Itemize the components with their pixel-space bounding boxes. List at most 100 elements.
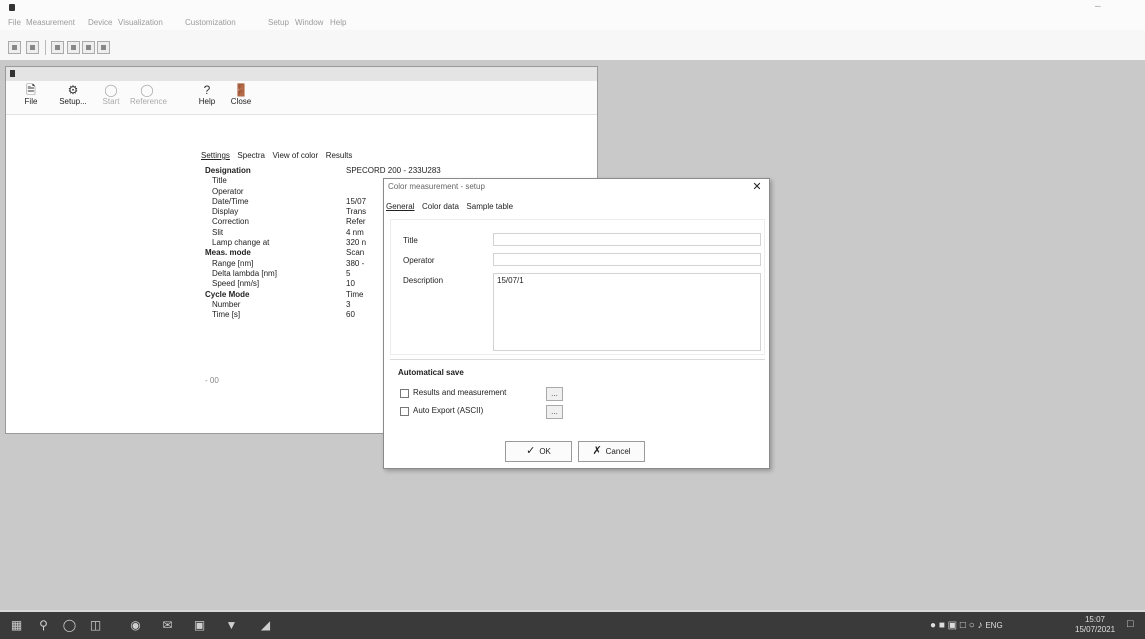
dialog-titlebar: Color measurement - setup ✕ [384, 179, 769, 195]
setting-key: Lamp change at [212, 238, 270, 248]
menu-setup[interactable]: Setup [268, 18, 289, 27]
tab-results[interactable]: Results [326, 151, 353, 160]
tab-settings[interactable]: Settings [201, 151, 230, 160]
color-measurement-setup-dialog: Color measurement - setup ✕ General Colo… [383, 178, 770, 469]
close-button-label: Close [230, 97, 252, 106]
tray-icon[interactable]: ■ [939, 620, 945, 631]
print-icon[interactable] [82, 41, 95, 54]
setting-key: Correction [212, 217, 249, 227]
setting-key: Designation [205, 166, 251, 175]
browser-icon[interactable]: ◉ [128, 618, 143, 633]
menu-file[interactable]: File [8, 18, 21, 27]
dialog-tabs: General Color data Sample table [386, 201, 518, 211]
setup-button[interactable]: ⚙ Setup... [56, 83, 90, 113]
menu-visualization[interactable]: Visualization [118, 18, 163, 27]
app-taskbar-icon[interactable]: ▼ [224, 618, 239, 633]
settings-icon[interactable] [67, 41, 80, 54]
close-icon[interactable]: ✕ [750, 180, 764, 194]
tray-icon[interactable]: ▣ [948, 620, 957, 631]
file-button[interactable]: 🗎 File [14, 83, 48, 113]
new-icon[interactable] [8, 41, 21, 54]
window-icon[interactable] [97, 41, 110, 54]
ok-button[interactable]: ✓ OK [505, 441, 572, 462]
network-icon[interactable]: ○ [969, 620, 975, 631]
language-indicator[interactable]: ENG [985, 621, 1002, 630]
menubar: File Measurement Device Visualization Cu… [0, 16, 1145, 30]
menu-customization[interactable]: Customization [185, 18, 236, 27]
setting-key: Date/Time [212, 196, 249, 206]
minimize-button[interactable]: – [1095, 1, 1101, 12]
setup-button-label: Setup... [59, 97, 87, 106]
setting-key: Range [nm] [212, 258, 254, 268]
search-icon[interactable]: ⚲ [36, 618, 51, 633]
help-icon: ? [203, 83, 211, 97]
reference-button[interactable]: ◯ Reference [130, 83, 167, 113]
autosave-heading: Automatical save [398, 368, 464, 377]
check-icon: ✓ [526, 445, 536, 457]
start-button-label: Start [102, 97, 120, 106]
measurement-window-titlebar [6, 67, 597, 81]
close-button[interactable]: 🚪 Close [224, 83, 258, 113]
results-browse-button[interactable]: ... [546, 387, 563, 401]
auto-export-checkbox[interactable] [400, 407, 409, 416]
clock[interactable]: 15:07 15/07/2021 [1075, 615, 1115, 635]
setting-key: Speed [nm/s] [212, 279, 260, 289]
cancel-button[interactable]: ✗ Cancel [578, 441, 645, 462]
operator-field[interactable] [493, 253, 761, 266]
setting-key: Delta lambda [nm] [212, 268, 277, 278]
main-toolbar [0, 30, 1145, 60]
menu-measurement[interactable]: Measurement [26, 18, 75, 27]
start-menu-icon[interactable]: ▦ [9, 618, 24, 633]
setting-key: Time [s] [212, 310, 241, 320]
setting-value: 4 nm [346, 227, 364, 237]
results-save-checkbox[interactable] [400, 389, 409, 398]
tab-sample-table[interactable]: Sample table [466, 202, 513, 211]
task-view-icon[interactable]: ◫ [88, 618, 103, 633]
settings-row: Designation SPECORD 200 - 233U283 [201, 166, 591, 176]
notification-icon[interactable]: □ [1127, 618, 1134, 630]
reference-button-label: Reference [130, 97, 167, 106]
setting-value: 60 [346, 310, 355, 320]
description-label: Description [403, 276, 444, 285]
measure-icon[interactable] [51, 41, 64, 54]
tab-view-of-color[interactable]: View of color [273, 151, 319, 160]
volume-icon[interactable]: ♪ [978, 620, 983, 631]
app-icon [9, 4, 15, 11]
tab-general[interactable]: General [386, 202, 414, 211]
setting-value: 3 [346, 299, 351, 309]
setup-icon: ⚙ [67, 83, 79, 97]
setting-value: SPECORD 200 - 233U283 [346, 166, 441, 175]
app-titlebar: – [0, 0, 1145, 16]
title-field[interactable] [493, 233, 761, 246]
help-button[interactable]: ? Help [190, 83, 224, 113]
auto-export-label: Auto Export (ASCII) [413, 406, 484, 415]
help-button-label: Help [198, 97, 216, 106]
setting-value: 5 [346, 268, 351, 278]
menu-window[interactable]: Window [295, 18, 323, 27]
start-icon: ◯ [104, 83, 118, 97]
tray-icon[interactable]: ● [930, 620, 936, 631]
setting-key: Cycle Mode [205, 289, 250, 299]
cortana-icon[interactable]: ◯ [62, 618, 77, 633]
menu-help[interactable]: Help [330, 18, 346, 27]
ok-button-label: OK [539, 447, 551, 456]
file-button-label: File [24, 97, 38, 106]
system-tray: ● ■ ▣ □ ○ ♪ ENG [930, 620, 1003, 632]
start-button[interactable]: ◯ Start [94, 83, 128, 113]
setting-value: 380 - [346, 258, 365, 268]
tray-icon[interactable]: □ [960, 620, 966, 631]
export-browse-button[interactable]: ... [546, 405, 563, 419]
setting-key: Operator [212, 186, 244, 196]
store-icon[interactable]: ▣ [192, 618, 207, 633]
mail-icon[interactable]: ✉ [160, 618, 175, 633]
tab-color-data[interactable]: Color data [422, 202, 459, 211]
settings-tabs: Settings Spectra View of color Results [201, 150, 357, 164]
setting-value: Refer [346, 217, 366, 227]
results-save-label: Results and measurement [413, 388, 507, 397]
description-field[interactable]: 15/07/1 [493, 273, 761, 351]
menu-device[interactable]: Device [88, 18, 112, 27]
explorer-icon[interactable]: ◢ [258, 618, 273, 633]
cancel-icon: ✗ [592, 445, 602, 457]
tab-spectra[interactable]: Spectra [237, 151, 265, 160]
open-icon[interactable] [26, 41, 39, 54]
